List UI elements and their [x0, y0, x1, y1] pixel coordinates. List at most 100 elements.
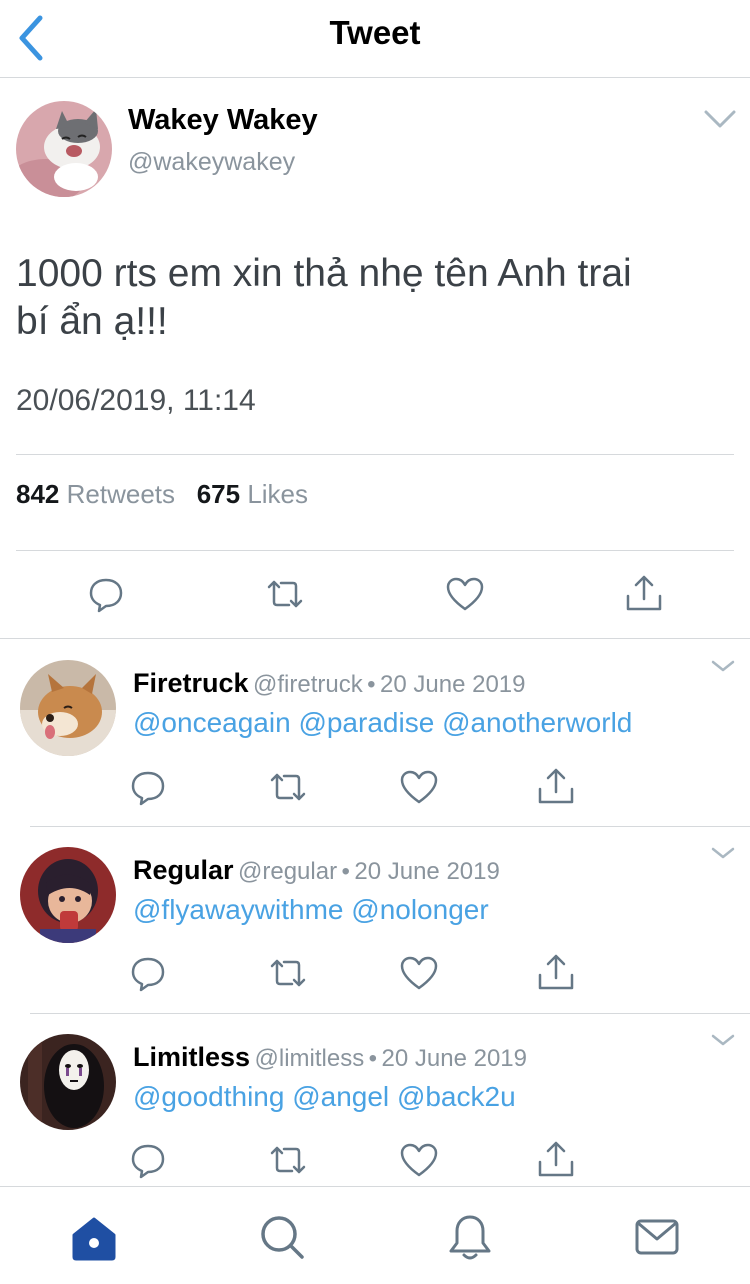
like-button[interactable] — [397, 1138, 441, 1182]
retweet-button[interactable] — [263, 572, 307, 616]
share-icon — [538, 1141, 574, 1177]
avatar[interactable] — [20, 1034, 116, 1130]
likes-stat[interactable]: 675 Likes — [197, 479, 308, 509]
tweet-stats: 842 Retweets 675 Likes — [16, 479, 308, 510]
avatar[interactable] — [20, 847, 116, 943]
likes-label: Likes — [247, 479, 309, 509]
author-handle[interactable]: @wakeywakey — [128, 148, 295, 177]
author-name[interactable]: Wakey Wakey — [128, 104, 318, 137]
like-button[interactable] — [397, 765, 441, 809]
reply-button[interactable] — [126, 765, 170, 809]
avatar[interactable] — [16, 101, 112, 197]
tweet-timestamp: 20/06/2019, 11:14 — [16, 384, 256, 417]
mention-link[interactable]: @paradise — [298, 707, 434, 738]
share-button[interactable] — [534, 765, 578, 809]
chevron-down-icon — [711, 660, 735, 672]
messages-icon — [635, 1219, 679, 1255]
retweet-button[interactable] — [266, 951, 310, 995]
retweet-icon — [267, 580, 303, 608]
chevron-down-icon — [711, 1034, 735, 1046]
share-button[interactable] — [534, 1138, 578, 1182]
reply-text: @onceagain @paradise @anotherworld — [133, 707, 632, 739]
reply-date: 20 June 2019 — [381, 1045, 527, 1072]
reply-author-name[interactable]: Firetruck — [133, 668, 249, 698]
tab-notifications[interactable] — [442, 1209, 498, 1265]
mention-link[interactable]: @flyawaywithme — [133, 894, 343, 925]
reply-button[interactable] — [126, 951, 170, 995]
divider — [0, 638, 750, 639]
top-bar: Tweet — [0, 0, 750, 78]
reply-author-handle[interactable]: @firetruck — [253, 671, 363, 698]
notifications-icon — [449, 1215, 491, 1260]
reply-author-name[interactable]: Limitless — [133, 1042, 250, 1072]
chevron-down-icon — [704, 110, 736, 128]
girl-avatar-image — [20, 847, 116, 943]
share-button[interactable] — [622, 572, 666, 616]
reply-author-name[interactable]: Regular — [133, 855, 234, 885]
reply-header: Limitless @limitless • 20 June 2019 — [133, 1042, 527, 1073]
separator-dot: • — [368, 1045, 378, 1072]
reply-menu-button[interactable] — [708, 843, 738, 863]
share-icon — [538, 768, 574, 804]
heart-icon — [400, 1143, 438, 1177]
page-title: Tweet — [329, 14, 421, 51]
share-icon — [626, 575, 662, 611]
search-icon — [261, 1216, 304, 1259]
tab-home[interactable] — [66, 1209, 122, 1265]
divider — [16, 550, 734, 551]
reply-icon — [131, 957, 165, 992]
likes-count: 675 — [196, 479, 241, 509]
separator-dot: • — [341, 858, 350, 885]
bottom-tab-bar — [0, 1186, 750, 1284]
chevron-down-icon — [711, 847, 735, 859]
retweet-button[interactable] — [266, 1138, 310, 1182]
tweet-text-line: 1000 rts em xin thả nhẹ tên Anh trai — [16, 252, 632, 295]
retweet-button[interactable] — [266, 765, 310, 809]
reply-header: Regular @regular • 20 June 2019 — [133, 855, 500, 886]
like-button[interactable] — [397, 951, 441, 995]
tab-messages[interactable] — [629, 1209, 685, 1265]
reply-menu-button[interactable] — [708, 1030, 738, 1050]
like-button[interactable] — [443, 572, 487, 616]
retweets-count: 842 — [16, 479, 60, 509]
mention-link[interactable]: @nolonger — [351, 894, 488, 925]
retweets-label: Retweets — [66, 479, 176, 509]
reply-author-handle[interactable]: @limitless — [255, 1045, 365, 1072]
avatar[interactable] — [20, 660, 116, 756]
reply-author-handle[interactable]: @regular — [238, 858, 337, 885]
tweet-menu-button[interactable] — [700, 104, 740, 134]
tab-search[interactable] — [254, 1209, 310, 1265]
reply-text: @flyawaywithme @nolonger — [133, 894, 489, 926]
no-face-avatar-image — [20, 1034, 116, 1130]
separator-dot: • — [367, 671, 376, 698]
mention-link[interactable]: @goodthing — [133, 1081, 284, 1112]
home-icon — [72, 1217, 116, 1261]
reply-button[interactable] — [126, 1138, 170, 1182]
divider — [30, 826, 750, 827]
dog-avatar-image — [20, 660, 116, 756]
reply-icon — [131, 1144, 165, 1179]
reply-menu-button[interactable] — [708, 656, 738, 676]
reply-icon — [131, 771, 165, 806]
mention-link[interactable]: @anotherworld — [442, 707, 632, 738]
retweet-icon — [270, 1146, 306, 1174]
reply-date: 20 June 2019 — [354, 858, 500, 885]
reply-text: @goodthing @angel @back2u — [133, 1081, 516, 1113]
reply-button[interactable] — [84, 572, 128, 616]
tweet-text-line: bí ẩn ạ!!! — [16, 300, 168, 343]
share-button[interactable] — [534, 951, 578, 995]
mention-link[interactable]: @onceagain — [133, 707, 291, 738]
mention-link[interactable]: @back2u — [397, 1081, 516, 1112]
retweet-icon — [270, 959, 306, 987]
cat-avatar-image — [16, 101, 112, 197]
mention-link[interactable]: @angel — [292, 1081, 389, 1112]
reply-date: 20 June 2019 — [380, 671, 526, 698]
heart-icon — [400, 770, 438, 804]
heart-icon — [446, 577, 484, 611]
reply-icon — [89, 578, 123, 613]
divider — [16, 454, 734, 455]
retweet-icon — [270, 773, 306, 801]
divider — [30, 1013, 750, 1014]
retweets-stat[interactable]: 842 Retweets — [16, 479, 175, 509]
tweet-text: 1000 rts em xin thả nhẹ tên Anh trai bí … — [16, 250, 736, 346]
